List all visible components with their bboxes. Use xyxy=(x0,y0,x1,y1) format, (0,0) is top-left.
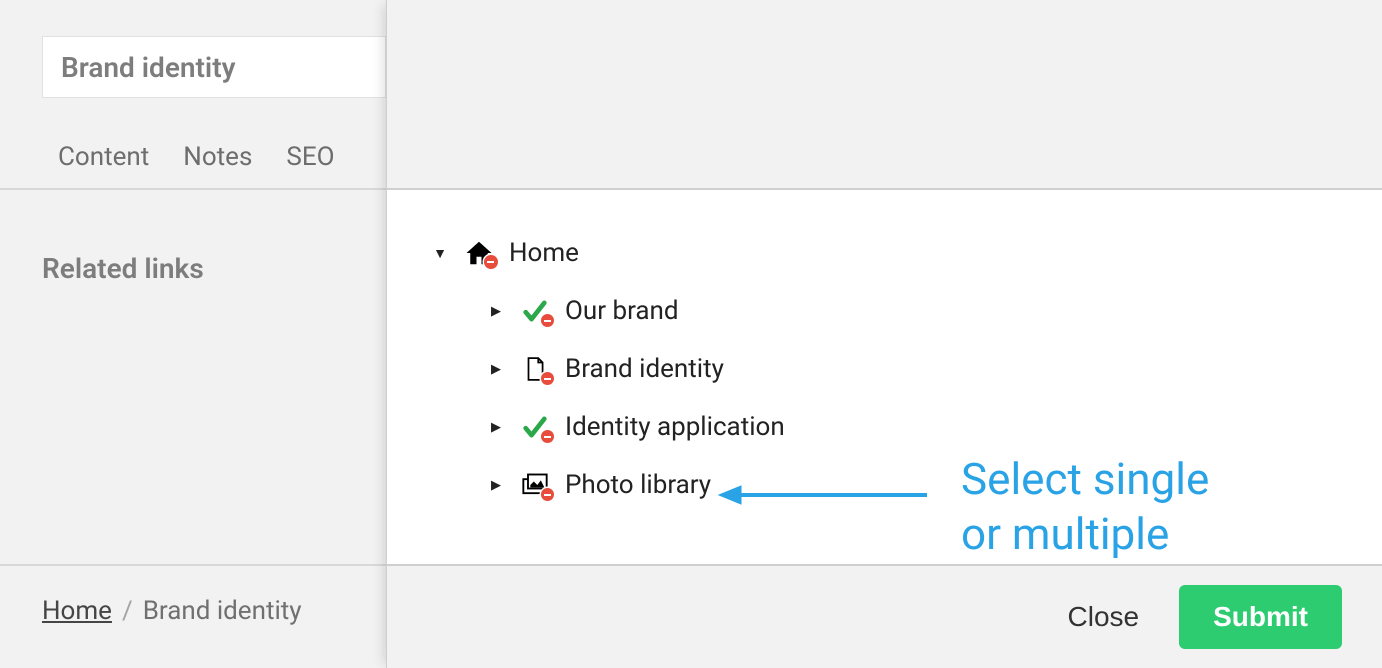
content-tree: Home Our brand Brand identity xyxy=(431,224,785,514)
checkmark-icon xyxy=(517,412,553,442)
tab-seo[interactable]: SEO xyxy=(286,142,334,172)
annotation-arrow-icon xyxy=(717,480,929,510)
caret-right-icon[interactable] xyxy=(487,362,505,377)
tree-node-identity-application[interactable]: Identity application xyxy=(431,398,785,456)
breadcrumb-current: Brand identity xyxy=(143,596,302,626)
tab-notes[interactable]: Notes xyxy=(183,142,252,172)
submit-button[interactable]: Submit xyxy=(1179,585,1342,649)
page-title-text: Brand identity xyxy=(43,37,385,98)
annotation-line: or multiple xyxy=(961,507,1209,562)
breadcrumb-separator: / xyxy=(122,596,133,626)
tree-label: Identity application xyxy=(565,412,785,442)
checkmark-icon xyxy=(517,296,553,326)
divider xyxy=(0,188,386,190)
tab-content[interactable]: Content xyxy=(58,142,149,172)
dialog-body: Home Our brand Brand identity xyxy=(387,190,1382,564)
tree-label: Home xyxy=(509,238,579,268)
breadcrumb-home[interactable]: Home xyxy=(42,596,112,626)
caret-right-icon[interactable] xyxy=(487,304,505,319)
close-button[interactable]: Close xyxy=(1062,593,1146,641)
content-picker-dialog: Home Our brand Brand identity xyxy=(386,0,1382,668)
divider xyxy=(0,564,386,566)
tree-node-our-brand[interactable]: Our brand xyxy=(431,282,785,340)
caret-down-icon[interactable] xyxy=(431,245,449,262)
caret-right-icon[interactable] xyxy=(487,478,505,493)
tree-label: Photo library xyxy=(565,470,711,500)
dialog-footer: Close Submit xyxy=(387,564,1382,668)
page-icon xyxy=(517,354,553,384)
section-heading-related-links: Related links xyxy=(42,252,204,285)
caret-right-icon[interactable] xyxy=(487,420,505,435)
tree-node-home[interactable]: Home xyxy=(431,224,785,282)
page-title-field[interactable]: Brand identity xyxy=(42,36,386,98)
tree-node-brand-identity[interactable]: Brand identity xyxy=(431,340,785,398)
breadcrumb: Home / Brand identity xyxy=(42,596,302,626)
page-tabs: Content Notes SEO xyxy=(58,142,334,172)
dialog-header xyxy=(387,0,1382,190)
tree-label: Our brand xyxy=(565,296,679,326)
home-icon xyxy=(461,238,497,268)
photo-library-icon xyxy=(517,470,553,500)
background-page: Brand identity Content Notes SEO Related… xyxy=(0,0,386,668)
tree-label: Brand identity xyxy=(565,354,724,384)
annotation-line: Select single xyxy=(961,452,1209,507)
